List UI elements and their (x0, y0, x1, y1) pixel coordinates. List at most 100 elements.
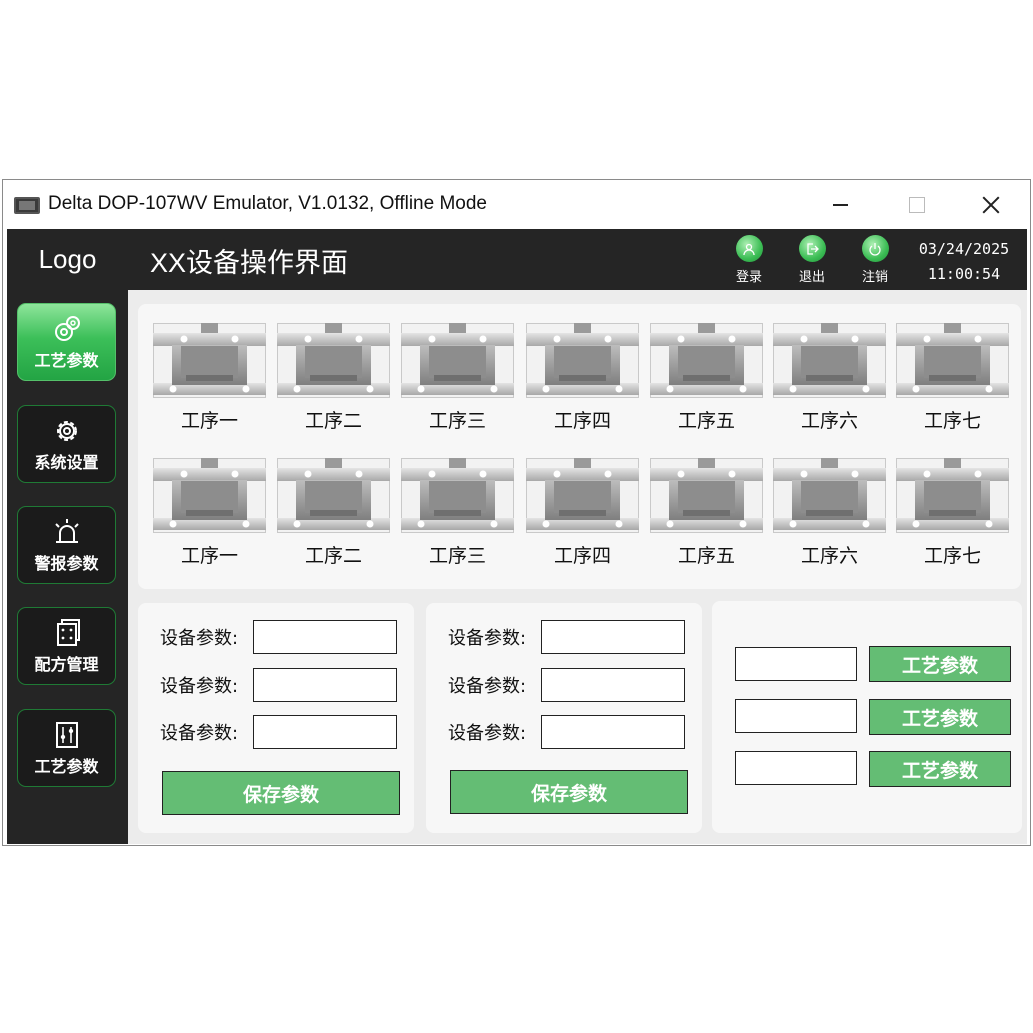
param-row: 设备参数: (160, 620, 397, 654)
param-label: 设备参数: (160, 723, 239, 744)
param-label: 设备参数: (160, 676, 239, 697)
header-bar: XX设备操作界面 登录 退出 注销 03/24/2025 11:00:54 (128, 229, 1027, 290)
login-label: 登录 (735, 270, 762, 285)
station-label: 工序七 (923, 410, 981, 432)
emulator-window: Delta DOP-107WV Emulator, V1.0132, Offli… (2, 179, 1031, 846)
close-button[interactable] (968, 188, 1014, 220)
param-row: 设备参数: (448, 668, 685, 702)
nav-label: 工艺参数 (34, 756, 99, 776)
alarm-light-icon (50, 517, 84, 547)
page-title: XX设备操作界面 (150, 248, 349, 278)
param-row: 设备参数: (448, 715, 685, 749)
station-machine-image (650, 323, 763, 398)
param-label: 设备参数: (160, 628, 239, 649)
side-button-panel: 工艺参数 工艺参数 工艺参数 (712, 601, 1022, 833)
station-label: 工序一 (180, 410, 238, 432)
save-params-button[interactable]: 保存参数 (450, 770, 688, 814)
monitor-icon (14, 197, 40, 214)
station-machine-image (277, 323, 390, 398)
station-label: 工序三 (428, 410, 486, 432)
station-tile[interactable]: 工序一 (153, 323, 266, 433)
param-input[interactable] (541, 668, 685, 702)
param-input[interactable] (541, 620, 685, 654)
station-label: 工序一 (180, 545, 238, 567)
station-label: 工序五 (677, 410, 735, 432)
param-panel-2: 设备参数: 设备参数: 设备参数: 保存参数 (426, 603, 702, 833)
station-tile[interactable]: 工序七 (896, 323, 1009, 433)
stations-panel: 工序一 工序二 工序三 工序四 工序五 工序六 工序七 工序一 工序二 工序三 工序四 工序五 工序六工… (138, 304, 1021, 589)
param-input[interactable] (253, 668, 397, 702)
gears-icon (50, 314, 84, 344)
power-icon (861, 235, 889, 262)
station-machine-image (773, 458, 886, 533)
station-tile[interactable]: 工序三 (401, 458, 514, 568)
time-display: 11:00:54 (927, 265, 1001, 283)
nav-process-params[interactable]: 工艺参数 (17, 303, 116, 381)
station-machine-image (401, 323, 514, 398)
param-row: 设备参数: (160, 668, 397, 702)
station-tile[interactable]: 工序六 (773, 323, 886, 433)
sliders-icon (50, 720, 84, 750)
station-machine-image (896, 323, 1009, 398)
clock: 03/24/2025 11:00:54 (914, 237, 1014, 287)
station-machine-image (526, 458, 639, 533)
minimize-button[interactable] (817, 188, 863, 220)
station-label: 工序三 (428, 545, 486, 567)
station-machine-image (401, 458, 514, 533)
logout-button[interactable]: 注销 (855, 235, 895, 287)
maximize-button[interactable] (893, 188, 939, 220)
process-params-button-1[interactable]: 工艺参数 (869, 646, 1011, 682)
nav-label: 工艺参数 (34, 350, 99, 370)
param-input[interactable] (253, 715, 397, 749)
gear-icon (50, 416, 84, 446)
process-params-button-2[interactable]: 工艺参数 (869, 699, 1011, 735)
station-label: 工序二 (304, 545, 362, 567)
station-machine-image (153, 323, 266, 398)
param-input[interactable] (541, 715, 685, 749)
station-tile[interactable]: 工序六 (773, 458, 886, 568)
nav-alarm-params[interactable]: 警报参数 (17, 506, 116, 584)
station-tile[interactable]: 工序七 (896, 458, 1009, 568)
station-tile[interactable]: 工序一 (153, 458, 266, 568)
station-machine-image (277, 458, 390, 533)
param-label: 设备参数: (448, 628, 527, 649)
station-machine-image (896, 458, 1009, 533)
side-input-3[interactable] (735, 751, 857, 785)
station-machine-image (650, 458, 763, 533)
side-input-2[interactable] (735, 699, 857, 733)
process-params-button-3[interactable]: 工艺参数 (869, 751, 1011, 787)
station-tile[interactable]: 工序二 (277, 323, 390, 433)
station-machine-image (773, 323, 886, 398)
window-titlebar: Delta DOP-107WV Emulator, V1.0132, Offli… (3, 180, 1030, 228)
param-label: 设备参数: (448, 723, 527, 744)
station-tile[interactable]: 工序五 (650, 458, 763, 568)
side-input-1[interactable] (735, 647, 857, 681)
param-label: 设备参数: (448, 676, 527, 697)
station-tile[interactable]: 工序三 (401, 323, 514, 433)
station-tile[interactable]: 工序二 (277, 458, 390, 568)
station-tile[interactable]: 工序四 (526, 458, 639, 568)
nav-recipe-management[interactable]: 配方管理 (17, 607, 116, 685)
param-input[interactable] (253, 620, 397, 654)
logout-label: 注销 (861, 270, 888, 285)
param-panel-1: 设备参数: 设备参数: 设备参数: 保存参数 (138, 603, 414, 833)
window-title: Delta DOP-107WV Emulator, V1.0132, Offli… (48, 193, 487, 214)
save-params-button[interactable]: 保存参数 (162, 771, 400, 815)
param-row: 设备参数: (160, 715, 397, 749)
station-machine-image (153, 458, 266, 533)
sidebar: Logo 工艺参数 系统设置 警报参数 配方管理 工艺参数 (7, 229, 128, 844)
station-label: 工序四 (553, 410, 611, 432)
hmi-screen: Logo 工艺参数 系统设置 警报参数 配方管理 工艺参数 XX设备操作界面 登… (7, 229, 1027, 844)
logo: Logo (38, 244, 97, 274)
nav-system-settings[interactable]: 系统设置 (17, 405, 116, 483)
exit-button[interactable]: 退出 (792, 235, 832, 287)
nav-process-params-2[interactable]: 工艺参数 (17, 709, 116, 787)
station-tile[interactable]: 工序四 (526, 323, 639, 433)
station-label: 工序七 (923, 545, 981, 567)
station-label: 工序五 (677, 545, 735, 567)
station-tile[interactable]: 工序五 (650, 323, 763, 433)
date-display: 03/24/2025 (918, 240, 1010, 258)
user-icon (735, 235, 763, 262)
login-button[interactable]: 登录 (729, 235, 769, 287)
exit-icon (798, 235, 826, 262)
